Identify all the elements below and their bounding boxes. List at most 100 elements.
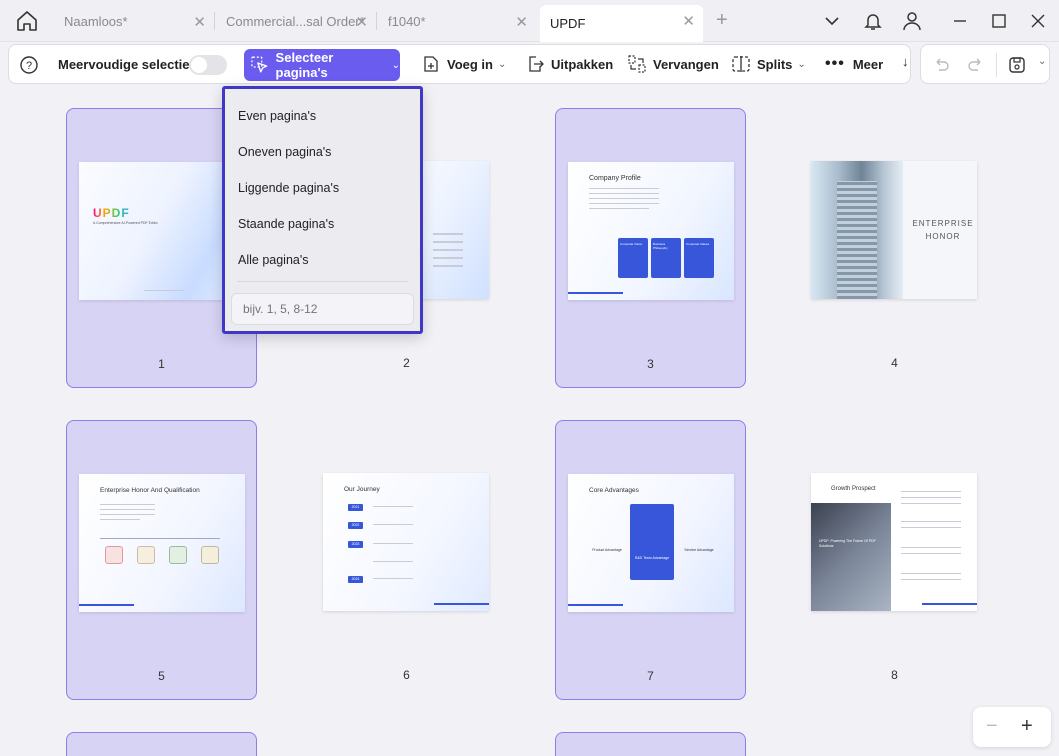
tab-label: f1040* bbox=[388, 13, 426, 29]
select-pages-button[interactable]: Selecteer pagina's ⌄ bbox=[244, 49, 400, 81]
tab-f1040[interactable]: f1040* ✕ bbox=[378, 6, 536, 36]
select-pages-dropdown: Even pagina's Oneven pagina's Liggende p… bbox=[222, 86, 423, 334]
chevron-down-icon[interactable] bbox=[821, 10, 843, 32]
minimize-icon[interactable] bbox=[949, 10, 971, 32]
menu-item-odd-pages[interactable]: Oneven pagina's bbox=[238, 145, 331, 159]
thumb-card: Business Philosophy bbox=[651, 238, 681, 278]
page-card-6[interactable]: Our Journey 2021 2022 2023 2024 6 bbox=[311, 420, 502, 700]
zoom-control: − + bbox=[973, 707, 1051, 747]
tab-updf[interactable]: UPDF ✕ bbox=[540, 5, 703, 42]
thumb-year: 2022 bbox=[348, 522, 363, 529]
select-pages-label: Selecteer pagina's bbox=[275, 50, 334, 80]
page-number: 6 bbox=[403, 668, 410, 682]
insert-button[interactable]: Voeg in ⌄ bbox=[421, 45, 506, 83]
tab-label: UPDF bbox=[550, 16, 586, 31]
thumb-subtitle: A Comprehensive AI-Powered PDF Editor bbox=[93, 221, 158, 225]
more-dots-icon: ••• bbox=[825, 55, 845, 72]
extract-icon bbox=[529, 56, 544, 72]
tab-divider bbox=[214, 12, 215, 30]
chevron-down-icon: ⌄ bbox=[391, 59, 400, 71]
extract-button[interactable]: Uitpakken bbox=[525, 45, 613, 83]
split-button[interactable]: Splits ⌄ bbox=[731, 45, 806, 83]
cursor-select-icon bbox=[251, 56, 268, 73]
menu-item-landscape-pages[interactable]: Liggende pagina's bbox=[238, 181, 339, 195]
thumb-year: 2023 bbox=[348, 541, 363, 548]
page-card-8[interactable]: Growth Prospect UPDF: Powering The Futur… bbox=[799, 420, 990, 700]
close-window-icon[interactable] bbox=[1027, 10, 1049, 32]
building-image bbox=[811, 161, 903, 299]
page-thumbnail: Growth Prospect UPDF: Powering The Futur… bbox=[811, 473, 977, 611]
page-card-9[interactable] bbox=[66, 732, 257, 756]
more-label: Meer bbox=[852, 56, 884, 72]
chevron-down-icon[interactable]: ⌄ bbox=[1038, 56, 1046, 67]
thumb-title: Core Advantages bbox=[589, 487, 639, 494]
page-number: 7 bbox=[647, 669, 654, 683]
thumb-title: ENTERPRISE HONOR bbox=[912, 219, 974, 241]
page-thumbnail: Company Profile Corporate Vision Busines… bbox=[568, 162, 734, 300]
page-card-4[interactable]: ENTERPRISE HONOR 4 bbox=[799, 108, 990, 388]
multi-select-toggle[interactable] bbox=[189, 55, 227, 75]
thumb-card: Corporate Values bbox=[684, 238, 714, 278]
maximize-icon[interactable] bbox=[988, 10, 1010, 32]
thumb-column: R&D Team Advantage bbox=[630, 504, 674, 580]
save-icon[interactable] bbox=[1007, 55, 1027, 75]
bell-icon[interactable] bbox=[862, 10, 884, 32]
replace-button[interactable]: Vervangen bbox=[627, 45, 719, 83]
close-icon[interactable]: ✕ bbox=[515, 13, 528, 31]
zoom-in-icon[interactable]: + bbox=[1021, 715, 1033, 738]
close-icon[interactable]: ✕ bbox=[355, 13, 368, 31]
page-thumbnail: Core Advantages Product Advantage R&D Te… bbox=[568, 474, 734, 612]
chevron-down-icon: ⌄ bbox=[497, 58, 507, 70]
split-icon bbox=[732, 56, 750, 72]
more-button[interactable]: ••• Meer bbox=[825, 45, 883, 83]
insert-label: Voeg in bbox=[447, 56, 493, 72]
divider bbox=[237, 281, 408, 282]
thumb-column: Product Advantage bbox=[592, 548, 622, 552]
tab-commercial[interactable]: Commercial...sal Order* ✕ bbox=[216, 6, 376, 36]
thumb-year: 2021 bbox=[348, 504, 363, 511]
thumb-title: Growth Prospect bbox=[831, 486, 876, 492]
page-card-5[interactable]: Enterprise Honor And Qualification 5 bbox=[66, 420, 257, 700]
building-image bbox=[811, 503, 891, 611]
zoom-out-icon[interactable]: − bbox=[986, 715, 998, 738]
user-icon[interactable] bbox=[901, 10, 923, 32]
thumb-caption: UPDF: Powering The Future Of PDF Solutio… bbox=[819, 539, 876, 548]
undo-icon[interactable] bbox=[931, 55, 951, 75]
chevron-down-icon: ⌄ bbox=[797, 58, 806, 70]
page-number: 5 bbox=[158, 669, 165, 683]
extract-label: Uitpakken bbox=[551, 56, 614, 72]
split-label: Splits bbox=[757, 56, 793, 72]
svg-text:?: ? bbox=[26, 60, 32, 72]
page-card-3[interactable]: Company Profile Corporate Vision Busines… bbox=[555, 108, 746, 388]
page-range-input[interactable] bbox=[231, 293, 414, 325]
thumb-year: 2024 bbox=[348, 576, 363, 583]
replace-icon bbox=[628, 55, 646, 73]
redo-icon[interactable] bbox=[966, 55, 986, 75]
page-toolbar: ? Meervoudige selectie Selecteer pagina'… bbox=[8, 44, 911, 84]
title-bar: Naamloos* ✕ Commercial...sal Order* ✕ f104… bbox=[0, 0, 1059, 42]
multi-select-label: Meervoudige selectie bbox=[58, 56, 190, 72]
page-thumbnail: ENTERPRISE HONOR bbox=[811, 161, 977, 299]
tab-naamloos[interactable]: Naamloos* ✕ bbox=[54, 6, 214, 36]
help-icon[interactable]: ? bbox=[19, 55, 39, 75]
thumb-column: Service Advantage bbox=[684, 548, 714, 552]
page-card-11[interactable] bbox=[555, 732, 746, 756]
menu-item-all-pages[interactable]: Alle pagina's bbox=[238, 253, 309, 267]
close-icon[interactable]: ✕ bbox=[682, 12, 695, 30]
menu-item-even-pages[interactable]: Even pagina's bbox=[238, 109, 316, 123]
menu-item-portrait-pages[interactable]: Staande pagina's bbox=[238, 217, 334, 231]
home-icon[interactable] bbox=[14, 9, 40, 33]
page-number: 2 bbox=[403, 356, 410, 370]
page-thumbnail: UPDF A Comprehensive AI-Powered PDF Edit… bbox=[79, 162, 245, 300]
thumb-card: Corporate Vision bbox=[618, 238, 648, 278]
page-card-7[interactable]: Core Advantages Product Advantage R&D Te… bbox=[555, 420, 746, 700]
page-number: 8 bbox=[891, 668, 898, 682]
close-icon[interactable]: ✕ bbox=[193, 13, 206, 31]
new-tab-icon[interactable]: + bbox=[716, 9, 728, 32]
replace-label: Vervangen bbox=[653, 56, 719, 72]
history-toolbar: ⌄ bbox=[920, 44, 1050, 84]
thumb-title: Enterprise Honor And Qualification bbox=[100, 487, 200, 494]
page-number: 4 bbox=[891, 356, 898, 370]
arrow-down-icon[interactable]: ↓ bbox=[902, 54, 909, 69]
tab-divider bbox=[376, 12, 377, 30]
